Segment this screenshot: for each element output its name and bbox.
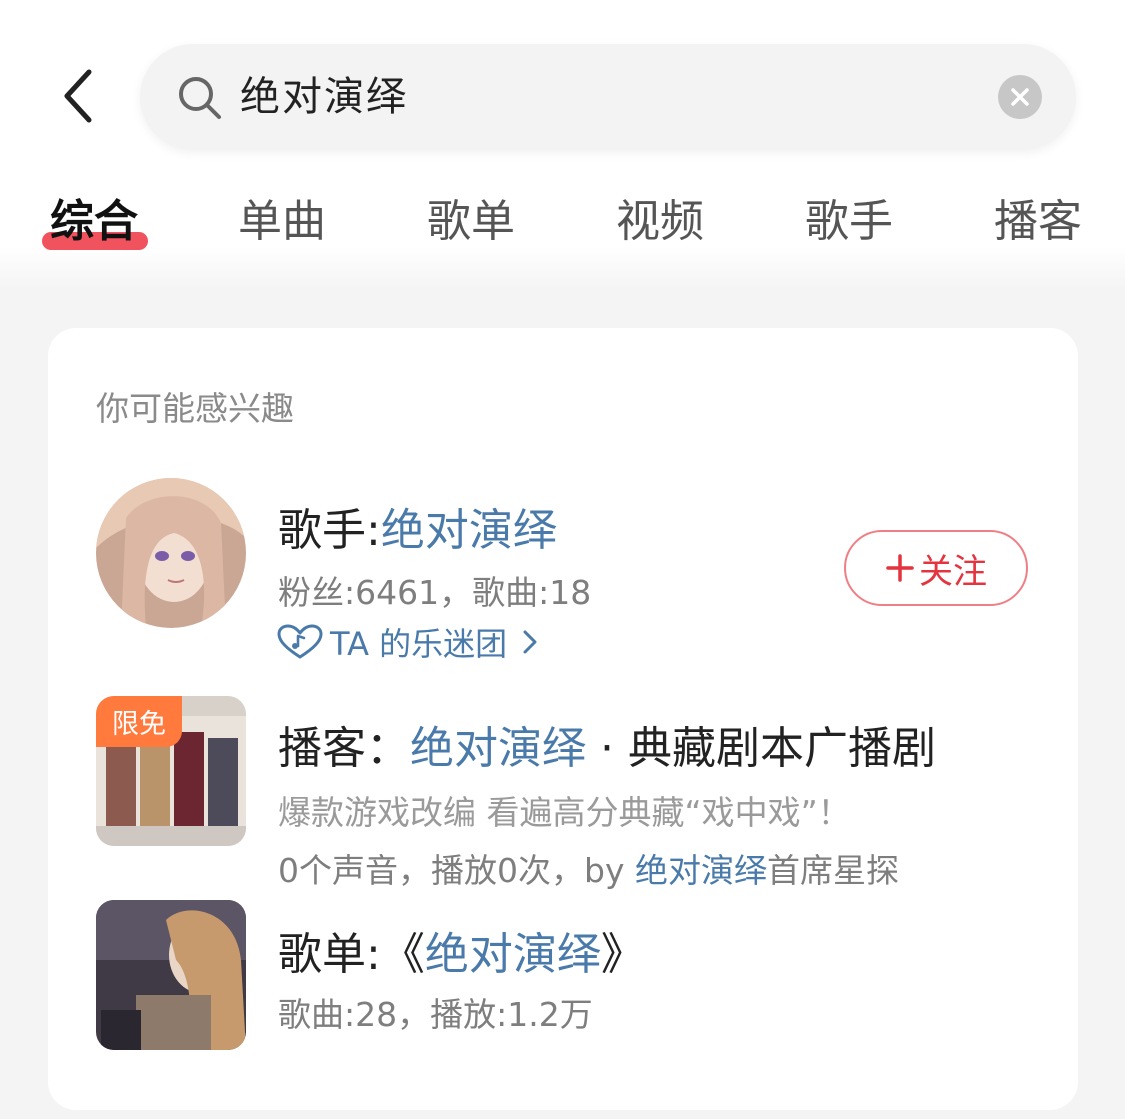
fanclub-link[interactable]: TA 的乐迷团 xyxy=(276,620,541,664)
podcast-meta-suffix: 首席星探 xyxy=(766,851,899,890)
tab-videos[interactable]: 视频 xyxy=(616,186,704,258)
podcast-title: 播客：绝对演绎 · 典藏剧本广播剧 xyxy=(278,712,936,776)
fanclub-label: TA 的乐迷团 xyxy=(330,625,508,663)
playlist-stats: 歌曲:28，播放:1.2万 xyxy=(278,995,593,1034)
suggestion-card: 你可能感兴趣 歌手:绝对演绎 粉丝:6461，歌曲:18 TA 的乐迷团 关注 … xyxy=(48,328,1078,1110)
artist-avatar[interactable] xyxy=(96,478,246,628)
search-box[interactable]: 绝对演绎 xyxy=(140,44,1076,150)
category-tabs: 综合 单曲 歌单 视频 歌手 播客 xyxy=(0,186,1125,266)
section-title: 你可能感兴趣 xyxy=(96,389,294,428)
artist-name: 绝对演绎 xyxy=(380,505,557,556)
playlist-title: 歌单:《绝对演绎》 xyxy=(278,918,645,982)
tab-playlists[interactable]: 歌单 xyxy=(427,186,515,258)
podcast-author[interactable]: 绝对演绎 xyxy=(635,851,767,890)
clear-search-button[interactable] xyxy=(998,75,1042,119)
podcast-description: 爆款游戏改编 看遍高分典藏“戏中戏”！ xyxy=(278,793,851,832)
tab-artists[interactable]: 歌手 xyxy=(805,186,893,258)
podcast-prefix: 播客： xyxy=(278,723,410,774)
playlist-prefix: 歌单:《 xyxy=(278,929,425,980)
plus-icon xyxy=(886,554,914,582)
podcast-cover[interactable]: 限免 xyxy=(96,696,246,846)
tab-songs[interactable]: 单曲 xyxy=(238,186,326,258)
chevron-right-icon xyxy=(523,630,537,654)
podcast-name: 绝对演绎 xyxy=(410,723,586,774)
podcast-suffix: · 典藏剧本广播剧 xyxy=(586,723,936,774)
heart-icon xyxy=(277,624,323,659)
search-icon xyxy=(179,77,221,119)
playlist-suffix: 》 xyxy=(600,929,645,980)
search-input[interactable]: 绝对演绎 xyxy=(240,70,408,124)
artist-prefix: 歌手: xyxy=(278,505,381,556)
close-icon xyxy=(1011,88,1029,106)
artist-title: 歌手:绝对演绎 xyxy=(278,494,557,558)
follow-button[interactable]: 关注 xyxy=(844,530,1028,606)
chevron-left-icon xyxy=(64,69,92,123)
playlist-name: 绝对演绎 xyxy=(424,929,601,980)
artist-stats: 粉丝:6461，歌曲:18 xyxy=(278,573,592,612)
free-badge: 限免 xyxy=(96,696,182,747)
follow-label: 关注 xyxy=(919,551,987,592)
playlist-cover[interactable] xyxy=(96,900,246,1050)
podcast-meta: 0个声音，播放0次，by 绝对演绎首席星探 xyxy=(278,844,899,892)
podcast-meta-prefix: 0个声音，播放0次，by xyxy=(278,851,635,890)
tab-all[interactable]: 综合 xyxy=(50,186,138,258)
back-button[interactable] xyxy=(48,60,108,132)
tab-podcasts[interactable]: 播客 xyxy=(994,186,1082,258)
